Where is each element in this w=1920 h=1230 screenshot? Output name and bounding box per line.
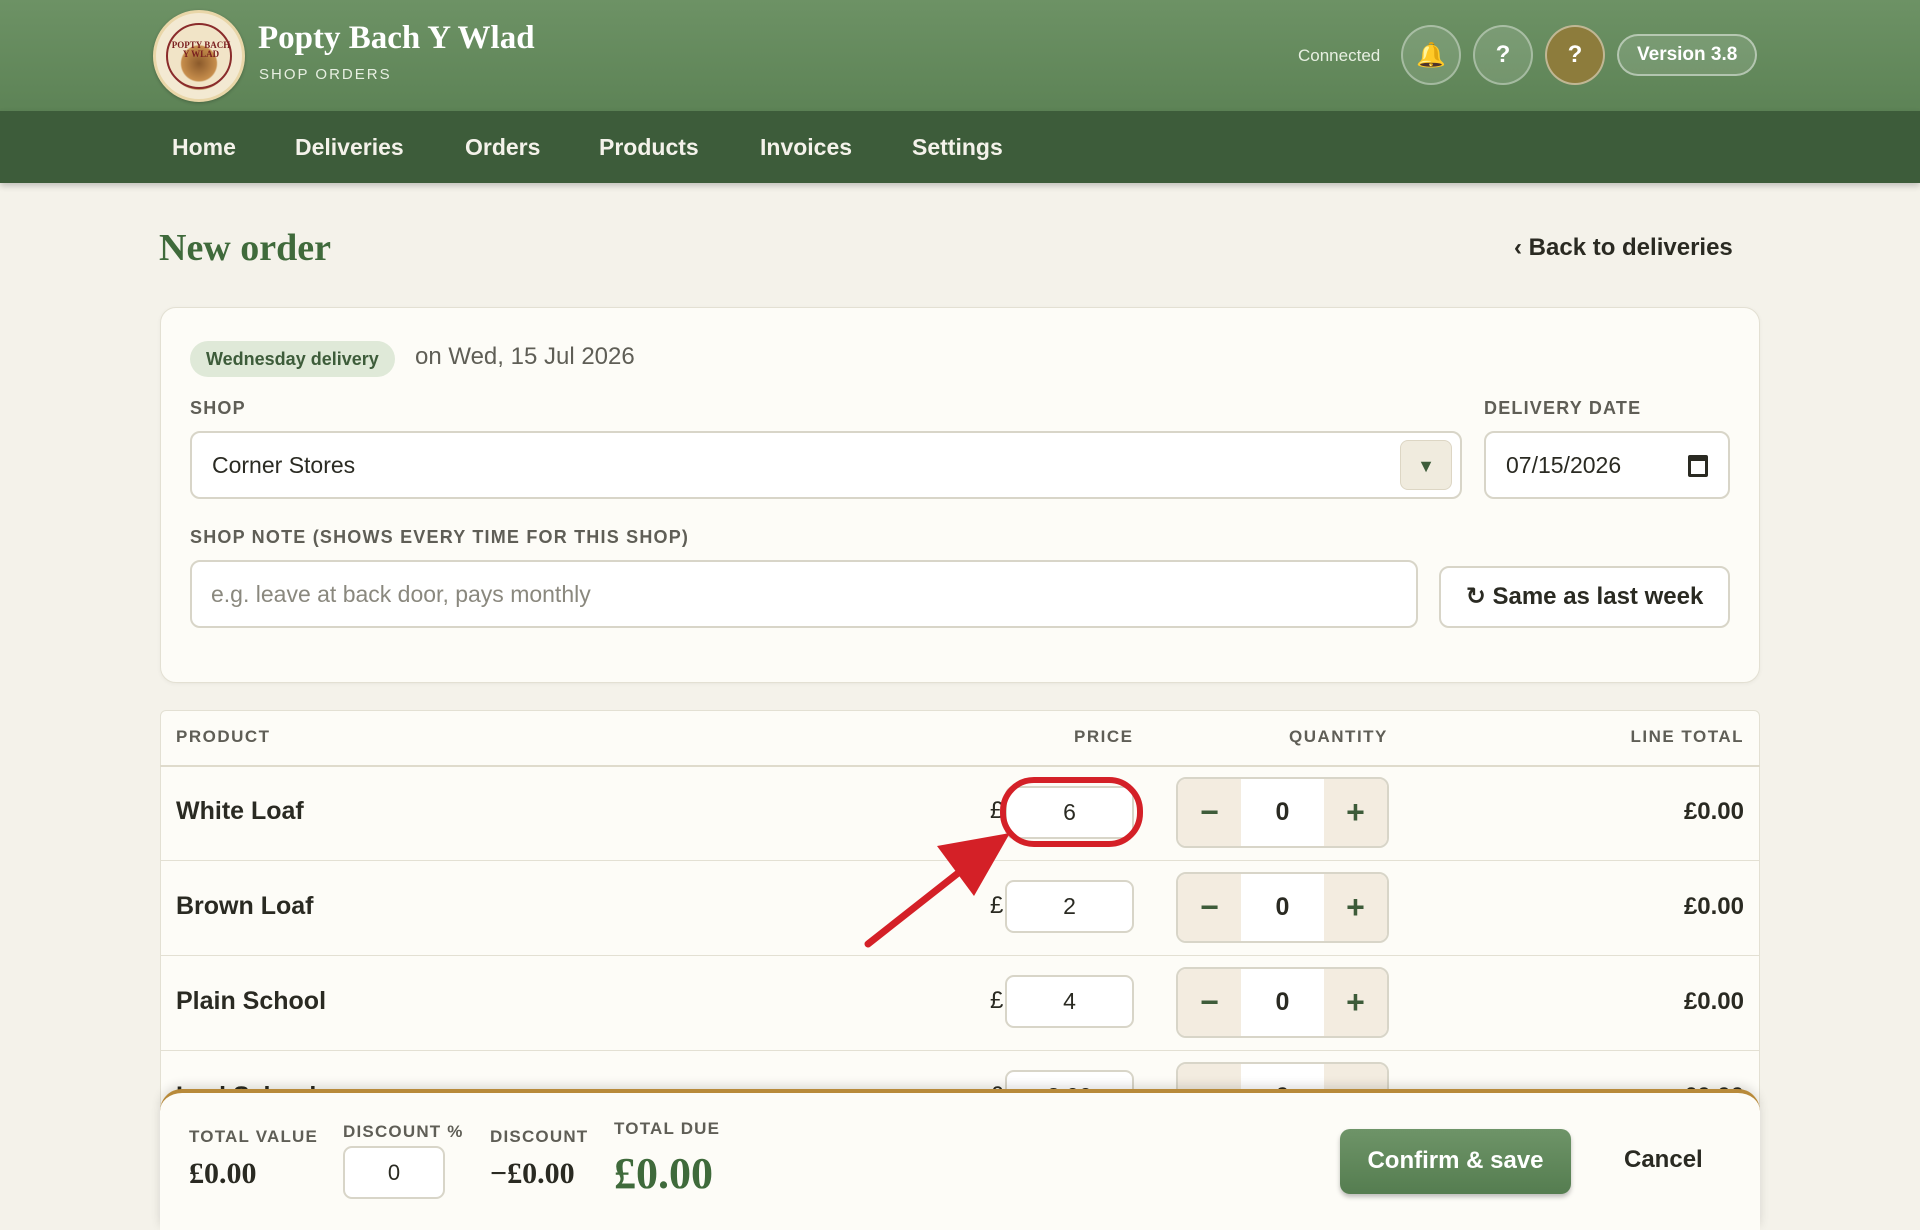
delivery-date-input[interactable]: 07/15/2026 [1484, 431, 1730, 499]
page-title: New order [159, 227, 331, 269]
line-total: £0.00 [1683, 893, 1744, 920]
quantity-stepper[interactable]: − 0 + [1176, 872, 1389, 943]
discount-label: DISCOUNT [490, 1127, 589, 1146]
total-value: £0.00 [189, 1157, 257, 1190]
table-header-divider [160, 765, 1760, 767]
bakery-logo[interactable]: POPTY BACH Y WLAD [153, 10, 245, 102]
shop-note-label: SHOP NOTE (SHOWS EVERY TIME FOR THIS SHO… [190, 527, 690, 547]
row-divider [160, 1050, 1760, 1051]
nav-deliveries[interactable]: Deliveries [295, 111, 404, 183]
delivery-date-text: on Wed, 15 Jul 2026 [415, 343, 635, 370]
decrease-quantity-button[interactable]: − [1178, 969, 1241, 1036]
currency-symbol: £ [990, 987, 1004, 1014]
discount-amount: −£0.00 [490, 1157, 575, 1190]
total-value-label: TOTAL VALUE [189, 1127, 319, 1146]
header-product: PRODUCT [176, 727, 271, 746]
line-total: £0.00 [1683, 798, 1744, 825]
total-due: £0.00 [614, 1149, 713, 1198]
header-line-total: LINE TOTAL [1630, 727, 1744, 746]
chevron-down-icon[interactable]: ▼ [1400, 440, 1452, 490]
nav-home[interactable]: Home [172, 111, 236, 183]
header-quantity: QUANTITY [1289, 727, 1388, 746]
quantity-value[interactable]: 0 [1241, 779, 1324, 846]
logo-text: POPTY BACH Y WLAD [171, 40, 231, 59]
logo-emblem: POPTY BACH Y WLAD [166, 23, 232, 89]
quantity-stepper[interactable]: − 0 + [1176, 967, 1389, 1038]
app-title: Popty Bach Y Wlad [258, 20, 535, 56]
decrease-quantity-button[interactable]: − [1178, 874, 1241, 941]
quantity-stepper[interactable]: − 0 + [1176, 777, 1389, 848]
product-name: White Loaf [176, 797, 304, 825]
total-due-label: TOTAL DUE [614, 1119, 721, 1138]
shop-select[interactable]: Corner Stores ▼ [190, 431, 1462, 499]
app-subtitle: SHOP ORDERS [259, 66, 392, 83]
line-total: £0.00 [1683, 988, 1744, 1015]
main-nav: Home Deliveries Orders Products Invoices… [0, 111, 1920, 183]
delivery-date-label: DELIVERY DATE [1484, 398, 1642, 418]
nav-products[interactable]: Products [599, 111, 699, 183]
price-input[interactable]: 2 [1005, 880, 1134, 933]
cancel-button[interactable]: Cancel [1624, 1146, 1703, 1174]
nav-invoices[interactable]: Invoices [760, 111, 852, 183]
version-badge[interactable]: Version 3.8 [1617, 34, 1758, 76]
increase-quantity-button[interactable]: + [1324, 874, 1387, 941]
notifications-bell-icon[interactable]: 🔔 [1401, 25, 1461, 85]
nav-orders[interactable]: Orders [465, 111, 540, 183]
discount-percent-label: DISCOUNT % [343, 1122, 464, 1141]
highlight-ring [1000, 777, 1143, 847]
header-price: PRICE [1074, 727, 1134, 746]
shop-select-value: Corner Stores [212, 452, 356, 478]
shop-label: SHOP [190, 398, 246, 418]
decrease-quantity-button[interactable]: − [1178, 779, 1241, 846]
increase-quantity-button[interactable]: + [1324, 969, 1387, 1036]
user-avatar-icon[interactable]: ? [1545, 25, 1605, 85]
confirm-save-button[interactable]: Confirm & save [1340, 1129, 1571, 1194]
nav-settings[interactable]: Settings [912, 111, 1003, 183]
price-input[interactable]: 4 [1005, 975, 1134, 1028]
increase-quantity-button[interactable]: + [1324, 779, 1387, 846]
help-icon[interactable]: ? [1473, 25, 1533, 85]
discount-percent-input[interactable]: 0 [343, 1146, 445, 1199]
delivery-day-badge: Wednesday delivery [190, 341, 395, 377]
currency-symbol: £ [990, 892, 1004, 919]
quantity-value[interactable]: 0 [1241, 969, 1324, 1036]
back-to-deliveries-link[interactable]: ‹ Back to deliveries [1514, 234, 1733, 262]
quantity-value[interactable]: 0 [1241, 874, 1324, 941]
same-as-last-week-button[interactable]: ↻ Same as last week [1439, 566, 1730, 628]
product-name: Brown Loaf [176, 892, 314, 920]
shop-note-input[interactable] [190, 560, 1418, 628]
app-header: POPTY BACH Y WLAD Popty Bach Y Wlad SHOP… [0, 0, 1920, 111]
calendar-icon[interactable] [1688, 455, 1708, 477]
connection-status: Connected [1298, 46, 1381, 65]
row-divider [160, 955, 1760, 956]
product-name: Plain School [176, 987, 327, 1015]
delivery-date-value: 07/15/2026 [1506, 452, 1622, 478]
row-divider [160, 860, 1760, 861]
